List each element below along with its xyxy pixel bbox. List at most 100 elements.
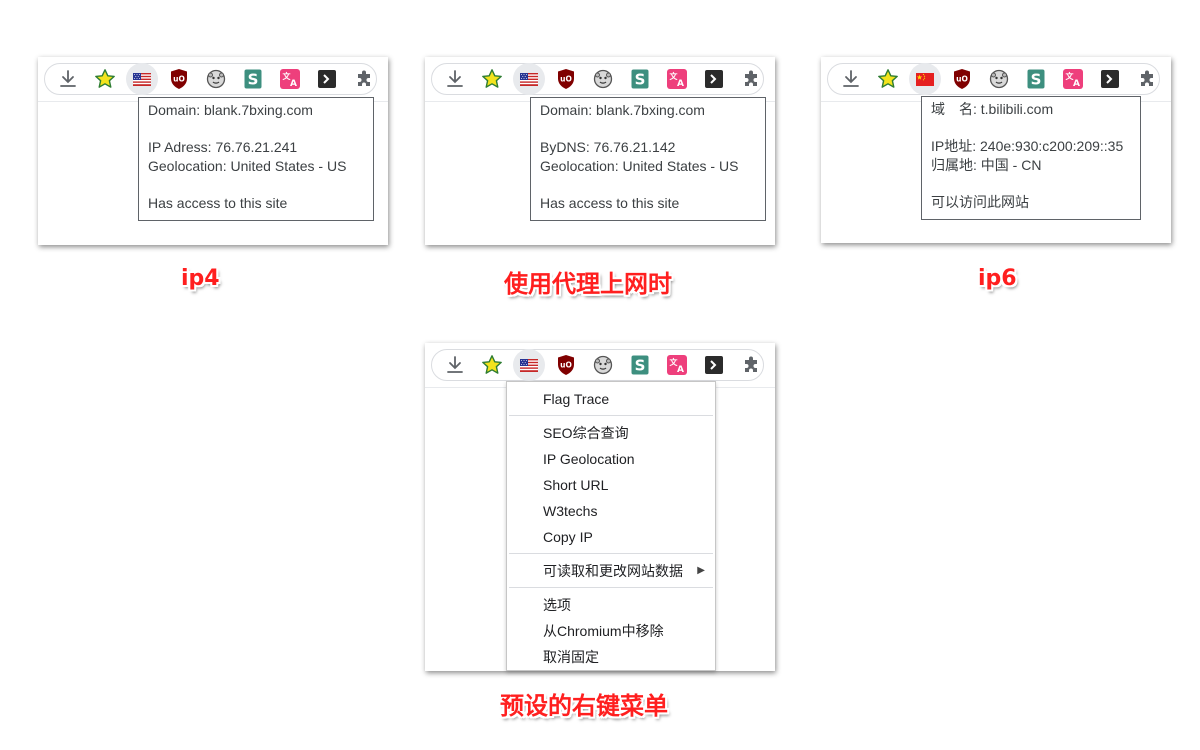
- translate-glyph: 文A: [279, 69, 300, 89]
- puzzle-extensions-icon[interactable]: [1128, 63, 1165, 95]
- svg-text:S: S: [634, 71, 645, 89]
- s-extension-icon[interactable]: S: [621, 63, 658, 95]
- ublock-glyph: uO: [557, 355, 574, 375]
- puzzle-extensions-icon[interactable]: [732, 63, 769, 95]
- monkey-icon[interactable]: [584, 63, 621, 95]
- ublock-glyph: uO: [557, 69, 574, 89]
- svg-text:S: S: [634, 357, 645, 375]
- menu-item-seo[interactable]: SEO综合查询: [507, 420, 715, 446]
- us-flag-glyph: [133, 72, 151, 86]
- download-glyph: [59, 70, 76, 87]
- menu-item-copy-ip[interactable]: Copy IP: [507, 524, 715, 550]
- s-extension-glyph: S: [1027, 69, 1044, 89]
- ublock-glyph: uO: [953, 69, 970, 89]
- translate-icon[interactable]: 文A: [1054, 63, 1091, 95]
- monkey-glyph: [593, 355, 612, 375]
- star-glyph: [877, 69, 898, 88]
- tooltip-access: Has access to this site: [148, 195, 288, 211]
- monkey-glyph: [593, 69, 612, 89]
- monkey-glyph: [206, 69, 225, 89]
- ublock-icon[interactable]: uO: [160, 63, 197, 95]
- us-flag-icon[interactable]: [513, 349, 545, 381]
- caption-ip6: ip6: [978, 266, 1017, 291]
- cn-flag-glyph: [916, 72, 934, 86]
- menu-item-w3techs[interactable]: W3techs: [507, 498, 715, 524]
- browser-panel-ipv6: uO S 文 A 域 名: t.bilibili.com IP地址: 240e:930…: [821, 57, 1171, 243]
- terminal-icon[interactable]: [695, 63, 732, 95]
- terminal-glyph: [704, 70, 723, 88]
- menu-separator: [509, 415, 713, 416]
- extension-toolbar: uO S 文 A: [431, 349, 764, 381]
- flag-tooltip: Domain: blank.7bxing.com ByDNS: 76.76.21…: [530, 97, 766, 221]
- s-extension-icon[interactable]: S: [1017, 63, 1054, 95]
- monkey-icon[interactable]: [980, 63, 1017, 95]
- download-icon[interactable]: [49, 63, 86, 95]
- download-icon[interactable]: [436, 63, 473, 95]
- star-icon[interactable]: [473, 63, 510, 95]
- menu-item-options[interactable]: 选项: [507, 592, 715, 618]
- menu-item-flag-trace[interactable]: Flag Trace: [507, 386, 715, 412]
- s-extension-glyph: S: [631, 355, 648, 375]
- terminal-icon[interactable]: [695, 349, 732, 381]
- star-icon[interactable]: [86, 63, 123, 95]
- caption-ip4: ip4: [181, 266, 220, 291]
- flag-tooltip: 域 名: t.bilibili.com IP地址: 240e:930:c200:…: [921, 96, 1141, 220]
- cn-flag-icon[interactable]: [909, 63, 941, 95]
- menu-item-short-url[interactable]: Short URL: [507, 472, 715, 498]
- star-icon[interactable]: [473, 349, 510, 381]
- terminal-icon[interactable]: [308, 63, 345, 95]
- tooltip-geolocation: Geolocation: United States - US: [540, 158, 739, 174]
- translate-glyph: 文A: [666, 69, 687, 89]
- ublock-icon[interactable]: uO: [943, 63, 980, 95]
- star-glyph: [94, 69, 115, 88]
- svg-text:S: S: [1030, 71, 1041, 89]
- tooltip-access: 可以访问此网站: [931, 194, 1029, 210]
- tooltip-geolocation: Geolocation: United States - US: [148, 158, 347, 174]
- extension-toolbar: uO S 文 A: [431, 63, 764, 95]
- menu-item-remove[interactable]: 从Chromium中移除: [507, 618, 715, 644]
- monkey-icon[interactable]: [584, 349, 621, 381]
- menu-item-ip-geolocation[interactable]: IP Geolocation: [507, 446, 715, 472]
- caption-proxy: 使用代理上网时: [504, 270, 672, 298]
- translate-glyph: 文A: [1062, 69, 1083, 89]
- menu-item-site-access[interactable]: 可读取和更改网站数据 ▶: [507, 558, 715, 584]
- svg-text:uO: uO: [956, 75, 968, 84]
- tooltip-domain: Domain: blank.7bxing.com: [540, 102, 705, 118]
- download-icon[interactable]: [832, 63, 869, 95]
- puzzle-extensions-icon[interactable]: [732, 349, 769, 381]
- us-flag-icon[interactable]: [126, 63, 158, 95]
- ublock-icon[interactable]: uO: [547, 63, 584, 95]
- ublock-glyph: uO: [170, 69, 187, 89]
- terminal-glyph: [317, 70, 336, 88]
- menu-item-site-access-label: 可读取和更改网站数据: [543, 563, 683, 579]
- download-glyph: [842, 70, 859, 87]
- menu-separator: [509, 587, 713, 588]
- s-extension-icon[interactable]: S: [234, 63, 271, 95]
- tooltip-ip: IP地址: 240e:930:c200:209::35: [931, 138, 1124, 154]
- s-extension-glyph: S: [244, 69, 261, 89]
- svg-text:S: S: [247, 71, 258, 89]
- puzzle-extensions-icon[interactable]: [345, 63, 382, 95]
- monkey-icon[interactable]: [197, 63, 234, 95]
- puzzle-extensions-glyph: [357, 70, 370, 86]
- translate-icon[interactable]: 文A: [658, 349, 695, 381]
- translate-glyph: 文A: [666, 355, 687, 375]
- terminal-icon[interactable]: [1091, 63, 1128, 95]
- browser-panel-ipv4: uO S 文 A Domain: blank.7bxing.com IP Adress…: [38, 57, 388, 245]
- context-menu: Flag Trace SEO综合查询 IP Geolocation Short …: [506, 381, 716, 671]
- us-flag-icon[interactable]: [513, 63, 545, 95]
- svg-text:A: A: [677, 79, 684, 89]
- translate-icon[interactable]: 文A: [658, 63, 695, 95]
- terminal-glyph: [1100, 70, 1119, 88]
- download-icon[interactable]: [436, 349, 473, 381]
- menu-item-unpin[interactable]: 取消固定: [507, 644, 715, 670]
- star-icon[interactable]: [869, 63, 906, 95]
- flag-tooltip: Domain: blank.7bxing.com IP Adress: 76.7…: [138, 97, 374, 221]
- s-extension-icon[interactable]: S: [621, 349, 658, 381]
- ublock-icon[interactable]: uO: [547, 349, 584, 381]
- download-glyph: [446, 356, 463, 373]
- us-flag-glyph: [520, 72, 538, 86]
- translate-icon[interactable]: 文A: [271, 63, 308, 95]
- svg-text:uO: uO: [173, 75, 185, 84]
- menu-separator: [509, 553, 713, 554]
